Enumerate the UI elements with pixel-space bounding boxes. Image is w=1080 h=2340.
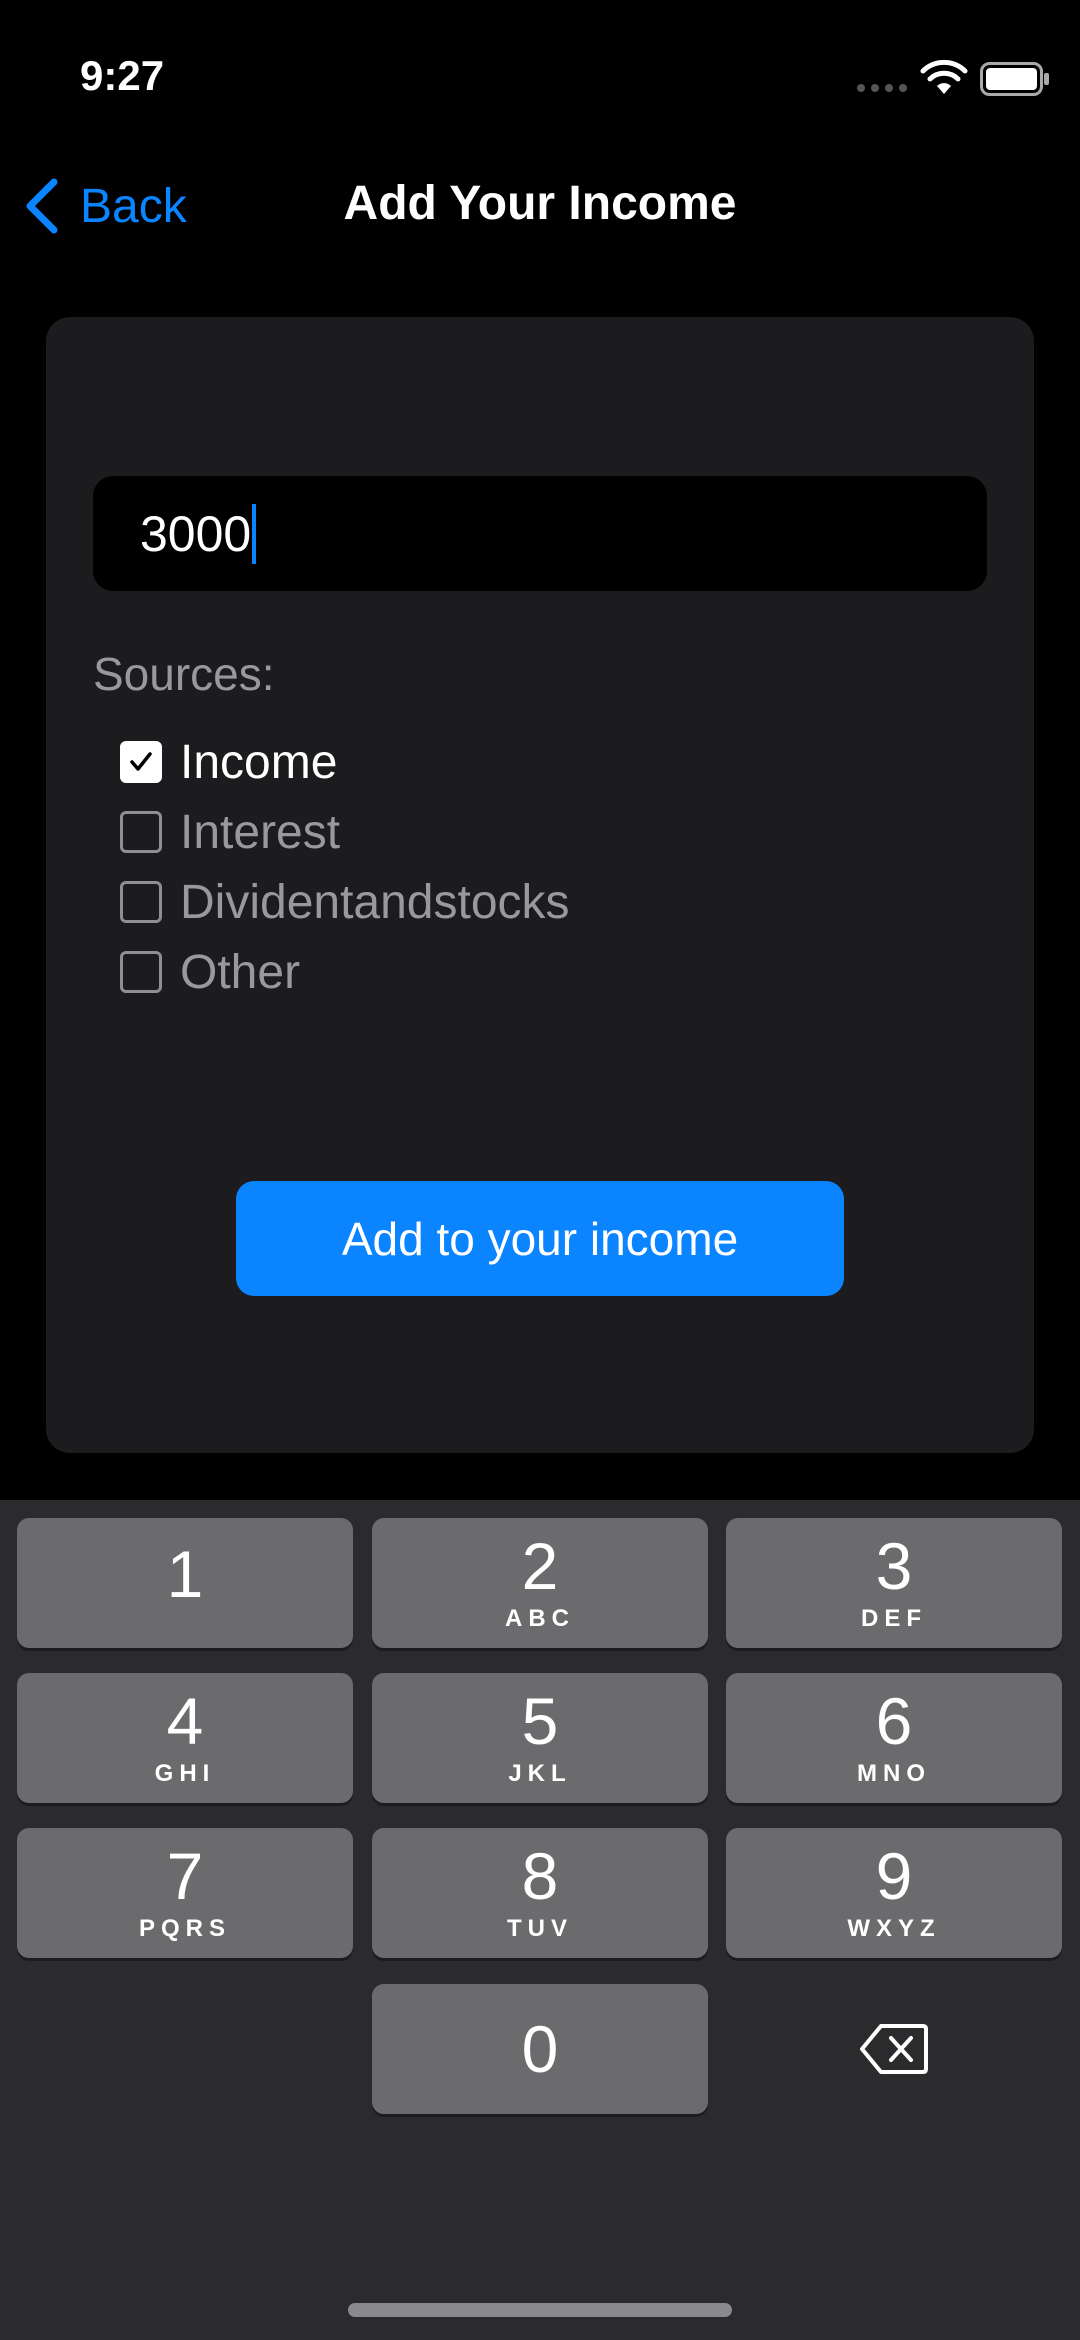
key-3[interactable]: 3 DEF — [726, 1518, 1062, 1648]
key-digit: 3 — [875, 1529, 913, 1603]
battery-icon — [980, 62, 1049, 96]
delete-key[interactable] — [726, 1984, 1062, 2114]
key-6[interactable]: 6 MNO — [726, 1673, 1062, 1803]
key-digit: 1 — [166, 1537, 204, 1611]
key-digit: 9 — [875, 1839, 913, 1913]
checkbox-unchecked[interactable] — [120, 881, 162, 923]
numeric-keypad: 1 2 ABC 3 DEF 4 GHI 5 JKL 6 MNO 7 PQRS 8… — [0, 1500, 1080, 2340]
key-digit: 8 — [521, 1839, 559, 1913]
checkbox-unchecked[interactable] — [120, 951, 162, 993]
key-digit: 6 — [875, 1684, 913, 1758]
sources-label: Sources: — [93, 648, 275, 700]
key-letters: GHI — [154, 1760, 216, 1787]
key-letters: TUV — [507, 1915, 573, 1942]
key-digit: 7 — [166, 1839, 204, 1913]
source-label: Interest — [180, 805, 341, 859]
key-letters: PQRS — [138, 1915, 231, 1942]
backspace-icon — [860, 2024, 928, 2074]
amount-input[interactable]: 3000 — [93, 476, 987, 591]
checkmark-icon — [130, 752, 152, 771]
key-8[interactable]: 8 TUV — [372, 1828, 708, 1958]
key-letters: MNO — [857, 1760, 931, 1787]
source-label: Other — [180, 945, 301, 999]
cellular-signal-icon — [857, 84, 907, 92]
chevron-left-icon — [26, 178, 58, 234]
amount-value: 3000 — [140, 505, 252, 562]
back-button[interactable]: Back — [22, 174, 187, 238]
key-digit: 5 — [521, 1684, 559, 1758]
key-letters: WXYZ — [847, 1915, 941, 1942]
home-indicator — [348, 2303, 732, 2317]
navigation-bar: Add Your Income Back — [0, 150, 1080, 270]
status-bar: 9:27 — [0, 0, 1080, 150]
key-letters: JKL — [508, 1760, 572, 1787]
key-9[interactable]: 9 WXYZ — [726, 1828, 1062, 1958]
key-letters: ABC — [505, 1605, 575, 1632]
source-list: Income Interest Dividentandstocks Other — [120, 727, 570, 1007]
key-letters: DEF — [861, 1605, 927, 1632]
checkbox-unchecked[interactable] — [120, 811, 162, 853]
wifi-icon — [920, 60, 968, 94]
source-label: Income — [180, 735, 338, 789]
key-2[interactable]: 2 ABC — [372, 1518, 708, 1648]
source-label: Dividentandstocks — [180, 875, 570, 929]
key-5[interactable]: 5 JKL — [372, 1673, 708, 1803]
source-option-dividends[interactable]: Dividentandstocks — [120, 867, 570, 937]
key-1[interactable]: 1 — [17, 1518, 353, 1648]
source-option-interest[interactable]: Interest — [120, 797, 570, 867]
source-option-other[interactable]: Other — [120, 937, 570, 1007]
source-option-income[interactable]: Income — [120, 727, 570, 797]
back-label: Back — [80, 179, 187, 233]
income-form-card: 3000 Sources: Income Interest Dividentan… — [46, 317, 1034, 1453]
key-digit: 0 — [521, 2012, 559, 2086]
text-caret — [252, 503, 257, 564]
add-income-button[interactable]: Add to your income — [236, 1181, 844, 1296]
checkbox-checked[interactable] — [120, 741, 162, 783]
key-digit: 2 — [521, 1529, 559, 1603]
key-0[interactable]: 0 — [372, 1984, 708, 2114]
key-7[interactable]: 7 PQRS — [17, 1828, 353, 1958]
key-4[interactable]: 4 GHI — [17, 1673, 353, 1803]
status-time: 9:27 — [80, 52, 165, 99]
key-digit: 4 — [166, 1684, 204, 1758]
